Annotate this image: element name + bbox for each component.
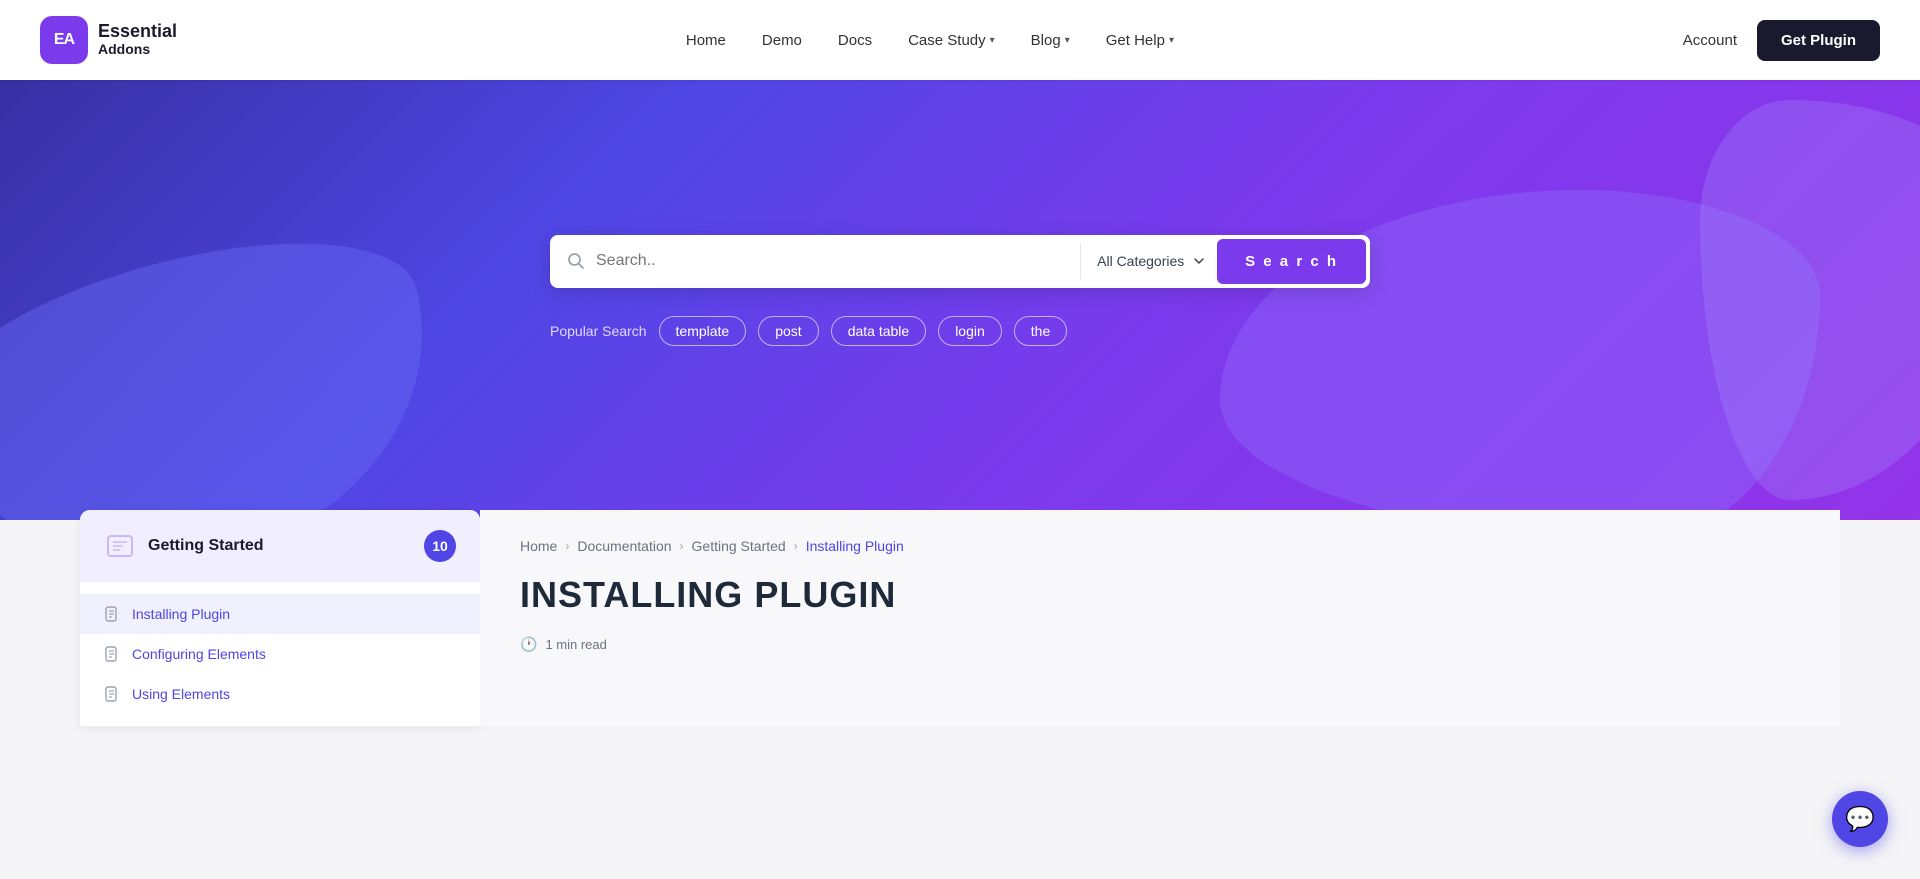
sidebar-item-installing-plugin[interactable]: Installing Plugin <box>80 594 480 634</box>
popular-search-label: Popular Search <box>550 323 647 339</box>
sidebar: Getting Started 10 Installing Plugin <box>80 510 480 726</box>
sidebar-item-label: Configuring Elements <box>132 646 266 662</box>
chevron-down-icon: ▾ <box>1169 35 1174 46</box>
account-link[interactable]: Account <box>1683 32 1737 49</box>
search-icon <box>566 251 586 271</box>
logo-text: Essential Addons <box>98 22 177 57</box>
sidebar-header-left: Getting Started <box>104 530 264 562</box>
breadcrumb-documentation[interactable]: Documentation <box>577 538 671 554</box>
chat-button[interactable]: 💬 <box>1832 791 1888 847</box>
chat-icon: 💬 <box>1845 805 1875 834</box>
sidebar-item-configuring-elements[interactable]: Configuring Elements <box>80 634 480 674</box>
popular-tag-post[interactable]: post <box>758 316 818 346</box>
doc-icon <box>104 686 120 702</box>
doc-icon <box>104 606 120 622</box>
popular-tag-data-table[interactable]: data table <box>831 316 927 346</box>
search-box: All Categories S e a r c h <box>550 235 1370 288</box>
nav-right: Account Get Plugin <box>1683 20 1880 61</box>
nav-demo[interactable]: Demo <box>762 32 802 49</box>
getting-started-icon <box>104 530 136 562</box>
brand-name-line1: Essential <box>98 22 177 42</box>
popular-search: Popular Search template post data table … <box>550 316 1370 346</box>
logo-link[interactable]: EA Essential Addons <box>40 16 177 64</box>
hero-section: All Categories S e a r c h Popular Searc… <box>0 80 1920 520</box>
brand-name-line2: Addons <box>98 42 177 57</box>
breadcrumb-arrow: › <box>680 539 684 553</box>
header: EA Essential Addons Home Demo Docs Case … <box>0 0 1920 80</box>
breadcrumb-home[interactable]: Home <box>520 538 557 554</box>
breadcrumb-arrow: › <box>565 539 569 553</box>
popular-tag-the[interactable]: the <box>1014 316 1067 346</box>
nav-docs[interactable]: Docs <box>838 32 872 49</box>
sidebar-section-title: Getting Started <box>148 537 264 555</box>
logo-icon: EA <box>40 16 88 64</box>
sidebar-badge: 10 <box>424 530 456 562</box>
read-time-label: 1 min read <box>545 637 606 652</box>
doc-icon <box>104 646 120 662</box>
page-title: INSTALLING PLUGIN <box>520 574 1800 616</box>
breadcrumb-getting-started[interactable]: Getting Started <box>692 538 786 554</box>
nav-home[interactable]: Home <box>686 32 726 49</box>
clock-icon: 🕐 <box>520 636 537 653</box>
sidebar-items-list: Installing Plugin Configuring Elements <box>80 582 480 726</box>
get-plugin-button[interactable]: Get Plugin <box>1757 20 1880 61</box>
sidebar-section-getting-started: Getting Started 10 Installing Plugin <box>80 510 480 726</box>
sidebar-item-label: Using Elements <box>132 686 230 702</box>
search-divider <box>1080 243 1081 279</box>
sidebar-item-label: Installing Plugin <box>132 606 230 622</box>
breadcrumb-installing-plugin: Installing Plugin <box>806 538 904 554</box>
chevron-down-icon: ▾ <box>1065 35 1070 46</box>
chevron-down-icon: ▾ <box>990 35 995 46</box>
popular-tag-template[interactable]: template <box>659 316 747 346</box>
category-select[interactable]: All Categories <box>1093 245 1209 277</box>
nav-case-study[interactable]: Case Study ▾ <box>908 32 995 49</box>
search-button[interactable]: S e a r c h <box>1217 239 1366 284</box>
main-content: Home › Documentation › Getting Started ›… <box>480 510 1840 726</box>
popular-tag-login[interactable]: login <box>938 316 1002 346</box>
content-area: Getting Started 10 Installing Plugin <box>0 510 1920 726</box>
breadcrumb: Home › Documentation › Getting Started ›… <box>520 538 1800 554</box>
sidebar-section-header: Getting Started 10 <box>80 510 480 582</box>
breadcrumb-arrow: › <box>794 539 798 553</box>
nav-get-help[interactable]: Get Help ▾ <box>1106 32 1174 49</box>
nav-blog[interactable]: Blog ▾ <box>1031 32 1070 49</box>
sidebar-item-using-elements[interactable]: Using Elements <box>80 674 480 714</box>
hero-content: All Categories S e a r c h Popular Searc… <box>550 235 1370 346</box>
search-input[interactable] <box>596 240 1068 282</box>
main-nav: Home Demo Docs Case Study ▾ Blog ▾ Get H… <box>686 32 1174 49</box>
read-time: 🕐 1 min read <box>520 636 1800 653</box>
